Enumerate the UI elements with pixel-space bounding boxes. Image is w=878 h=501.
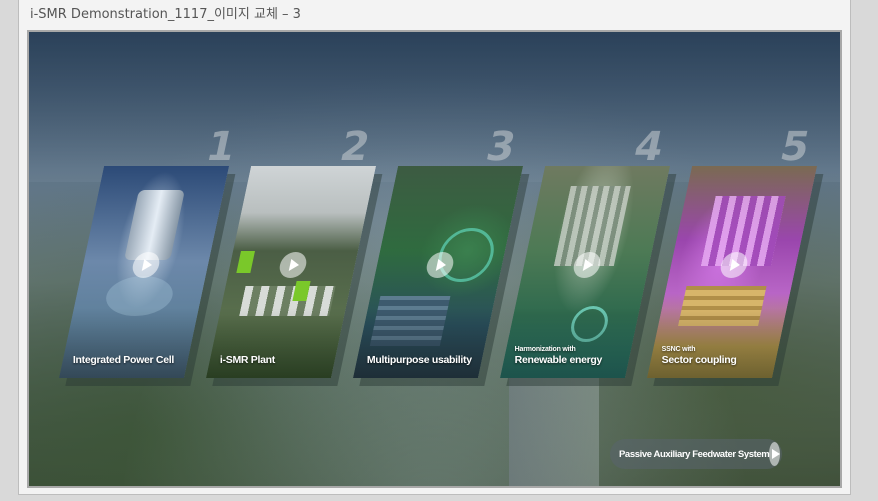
play-icon[interactable] bbox=[769, 442, 781, 466]
card-sublabel: Harmonization with bbox=[514, 346, 576, 353]
card-integrated-power-cell[interactable]: Integrated Power Cell bbox=[59, 166, 230, 378]
passive-auxiliary-feedwater-button[interactable]: Passive Auxiliary Feedwater System bbox=[610, 439, 782, 469]
card-shade bbox=[206, 308, 346, 378]
pill-label: Passive Auxiliary Feedwater System bbox=[619, 448, 770, 460]
card-label: Integrated Power Cell bbox=[72, 354, 174, 366]
card-shade bbox=[353, 308, 493, 378]
card-label: Renewable energy bbox=[514, 354, 603, 366]
sky-haze bbox=[29, 32, 840, 182]
card-multipurpose-usability[interactable]: Multipurpose usability bbox=[353, 166, 524, 378]
window-title: i-SMR Demonstration_1117_이미지 교체 – 3 bbox=[30, 7, 301, 22]
card-sector-coupling[interactable]: SSNC with Sector coupling bbox=[647, 166, 818, 378]
card-shade bbox=[59, 308, 199, 378]
presentation-stage: 1 2 3 4 5 Integrated Power Cell i-SMR Pl… bbox=[27, 30, 842, 488]
card-shade bbox=[647, 308, 787, 378]
card-label: i-SMR Plant bbox=[219, 354, 275, 366]
card-label: Multipurpose usability bbox=[366, 354, 472, 366]
card-sublabel: SSNC with bbox=[661, 346, 696, 353]
card-ismr-plant[interactable]: i-SMR Plant bbox=[206, 166, 377, 378]
card-label: Sector coupling bbox=[661, 354, 737, 366]
card-renewable-energy[interactable]: Harmonization with Renewable energy bbox=[500, 166, 671, 378]
card-shade bbox=[500, 308, 640, 378]
